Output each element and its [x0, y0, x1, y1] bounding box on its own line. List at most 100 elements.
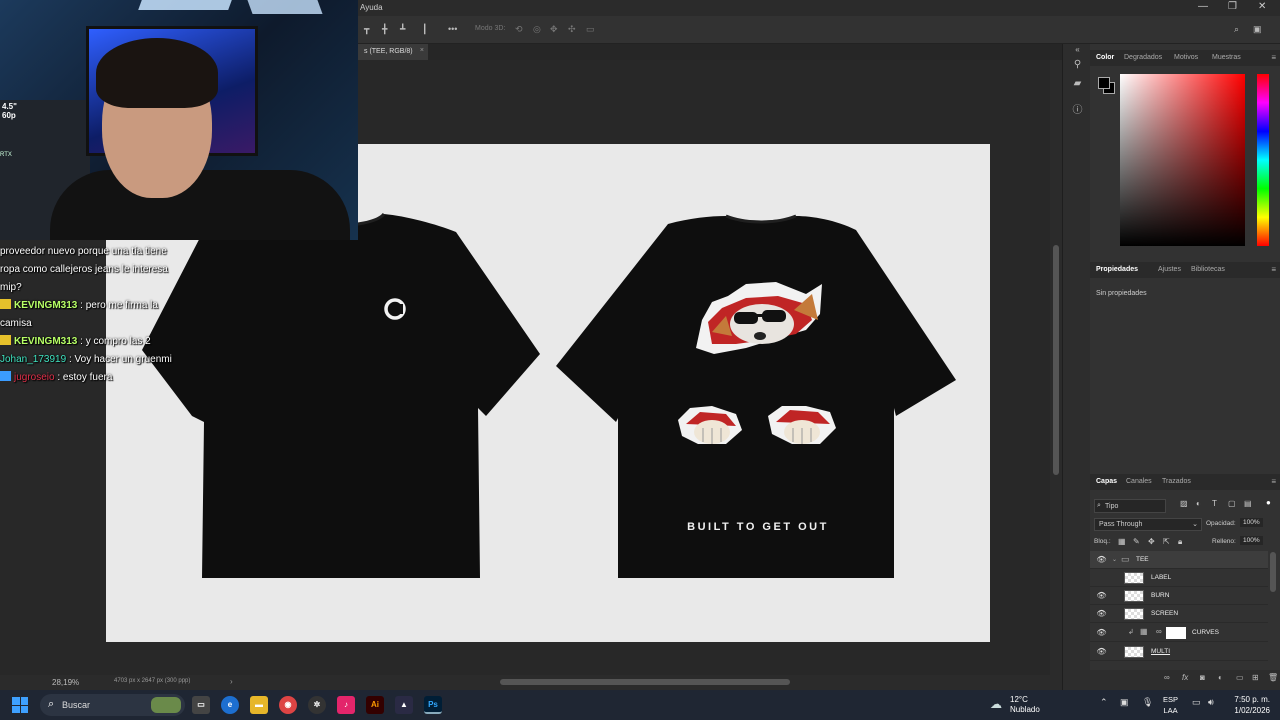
roll-3d-icon[interactable]: ◎: [533, 24, 541, 35]
color-panel-menu-icon[interactable]: ≡: [1271, 53, 1276, 62]
task-view-icon[interactable]: ▭: [192, 696, 210, 714]
workspace-icon[interactable]: ▣: [1253, 24, 1262, 35]
network-icon[interactable]: ▭: [1192, 697, 1201, 708]
document-tab[interactable]: s (TEE, RGB/8) ×: [358, 44, 428, 60]
volume-icon[interactable]: 🔊︎: [1208, 697, 1214, 708]
vertical-scrollbar[interactable]: [1050, 60, 1062, 675]
horizontal-scroll-thumb[interactable]: [500, 679, 790, 685]
distribute-icon[interactable]: ┃: [422, 24, 427, 35]
new-layer-icon[interactable]: ⊞: [1252, 673, 1259, 682]
language-indicator[interactable]: ESP LAA: [1163, 694, 1178, 716]
trash-icon[interactable]: 🗑︎: [1268, 673, 1278, 682]
add-mask-icon[interactable]: ◙: [1200, 673, 1205, 682]
edge-icon[interactable]: e: [221, 696, 239, 714]
slide-3d-icon[interactable]: ✣: [568, 24, 576, 35]
link-icon[interactable]: ∞: [1156, 627, 1162, 636]
link-layers-icon[interactable]: ∞: [1164, 673, 1170, 682]
taskbar-search[interactable]: ⌕ Buscar: [40, 694, 185, 716]
chatgpt-icon[interactable]: ✲: [308, 696, 326, 714]
info-icon[interactable]: ⓘ: [1072, 105, 1083, 116]
lock-move-icon[interactable]: ✥: [1148, 537, 1155, 546]
layer-row-burn[interactable]: 👁︎ BURN: [1090, 587, 1268, 605]
drag-3d-icon[interactable]: ✥: [550, 24, 558, 35]
photos-icon[interactable]: ▲: [395, 696, 413, 714]
color-picker-field[interactable]: [1120, 74, 1245, 246]
group-chevron-icon[interactable]: ⌄: [1112, 556, 1117, 563]
tab-swatches[interactable]: Muestras: [1212, 54, 1241, 61]
tab-color[interactable]: Color: [1096, 54, 1114, 61]
lock-pixels-icon[interactable]: ▦: [1118, 537, 1126, 546]
zoom-level[interactable]: 28,19%: [52, 678, 79, 687]
adjustment-layer-icon[interactable]: ◐: [1218, 673, 1223, 682]
layer-kind-select[interactable]: ⌕ Tipo: [1094, 499, 1166, 513]
tab-gradients[interactable]: Degradados: [1124, 54, 1162, 61]
collapse-panels-icon[interactable]: «: [1072, 44, 1083, 55]
tab-patterns[interactable]: Motivos: [1174, 54, 1198, 61]
visibility-eye-icon[interactable]: 👁︎: [1096, 554, 1107, 565]
history-icon[interactable]: ⚲: [1072, 59, 1083, 70]
tab-libraries[interactable]: Bibliotecas: [1191, 266, 1225, 273]
illustrator-icon[interactable]: Ai: [366, 696, 384, 714]
microphone-icon[interactable]: 🎙︎: [1142, 697, 1153, 708]
filter-pixel-icon[interactable]: ▨: [1180, 499, 1188, 508]
align-bottom-icon[interactable]: ┻: [400, 24, 405, 35]
hue-slider[interactable]: [1257, 74, 1269, 246]
layer-row-label[interactable]: LABEL: [1090, 569, 1268, 587]
vertical-scroll-thumb[interactable]: [1053, 245, 1059, 475]
align-middle-icon[interactable]: ╋: [382, 24, 387, 35]
lock-all-icon[interactable]: 🔒︎: [1178, 537, 1182, 547]
filter-adjustment-icon[interactable]: ◐: [1196, 499, 1201, 508]
visibility-off-icon[interactable]: [1096, 572, 1107, 583]
layer-row-screen[interactable]: 👁︎ SCREEN: [1090, 605, 1268, 623]
capcut-icon[interactable]: ♪: [337, 696, 355, 714]
foreground-color-swatch[interactable]: [1098, 77, 1110, 89]
visibility-eye-icon[interactable]: 👁︎: [1096, 590, 1107, 601]
layers-panel-menu-icon[interactable]: ≡: [1271, 477, 1276, 486]
tab-close-icon[interactable]: ×: [420, 47, 424, 54]
menu-help[interactable]: Ayuda: [360, 3, 383, 12]
lock-brush-icon[interactable]: ✎: [1133, 537, 1140, 546]
blend-mode-select[interactable]: Pass Through ⌄: [1094, 518, 1202, 531]
comments-icon[interactable]: ▰: [1072, 78, 1083, 89]
photoshop-icon[interactable]: Ps: [424, 696, 442, 714]
align-top-icon[interactable]: ┳: [364, 24, 369, 35]
tab-channels[interactable]: Canales: [1126, 478, 1152, 485]
tray-chevron-up-icon[interactable]: ⌃: [1100, 697, 1108, 708]
restore-icon[interactable]: ❐: [1228, 1, 1237, 12]
search-icon[interactable]: ⌕: [1234, 24, 1239, 35]
weather-widget[interactable]: 12°C Nublado: [1010, 695, 1040, 715]
layer-mask-thumbnail[interactable]: [1166, 627, 1186, 639]
tab-layers[interactable]: Capas: [1096, 478, 1117, 485]
fx-icon[interactable]: fx: [1182, 673, 1188, 682]
visibility-eye-icon[interactable]: 👁︎: [1096, 627, 1107, 638]
video-3d-icon[interactable]: ▭: [586, 24, 595, 35]
filter-toggle-icon[interactable]: ●: [1266, 498, 1271, 507]
properties-panel-menu-icon[interactable]: ≡: [1271, 265, 1276, 274]
clock[interactable]: 7:50 p. m. 1/02/2026: [1228, 694, 1270, 716]
tab-paths[interactable]: Trazados: [1162, 478, 1191, 485]
chrome-icon[interactable]: ◉: [279, 696, 297, 714]
windows-start-icon[interactable]: [12, 697, 28, 713]
layer-group-tee[interactable]: 👁︎ ⌄ ▭ TEE: [1090, 551, 1268, 569]
more-options-icon[interactable]: •••: [448, 24, 457, 34]
orbit-3d-icon[interactable]: ⟲: [515, 24, 523, 35]
tab-properties[interactable]: Propiedades: [1096, 266, 1138, 273]
visibility-eye-icon[interactable]: 👁︎: [1096, 608, 1107, 619]
file-explorer-icon[interactable]: ▬: [250, 696, 268, 714]
tray-app-icon[interactable]: ▣: [1120, 697, 1129, 708]
new-group-icon[interactable]: ▭: [1236, 673, 1244, 682]
layer-row-multi[interactable]: 👁︎ MULTI: [1090, 643, 1268, 661]
layer-row-curves[interactable]: 👁︎ ↲ ▦ ∞ CURVES: [1090, 624, 1268, 642]
filter-shape-icon[interactable]: ▢: [1228, 499, 1236, 508]
fill-value[interactable]: 100%: [1240, 536, 1263, 545]
close-icon[interactable]: ✕: [1258, 1, 1266, 12]
lock-artboard-icon[interactable]: ⇱: [1163, 537, 1170, 546]
filter-smart-icon[interactable]: ▤: [1244, 499, 1252, 508]
filter-type-icon[interactable]: T: [1212, 499, 1217, 508]
info-chevron-icon[interactable]: ›: [230, 677, 233, 686]
visibility-eye-icon[interactable]: 👁︎: [1096, 646, 1107, 657]
minimize-icon[interactable]: —: [1198, 1, 1208, 12]
layers-scroll-thumb[interactable]: [1270, 552, 1276, 592]
opacity-value[interactable]: 100%: [1240, 518, 1263, 527]
tab-adjustments[interactable]: Ajustes: [1158, 266, 1181, 273]
